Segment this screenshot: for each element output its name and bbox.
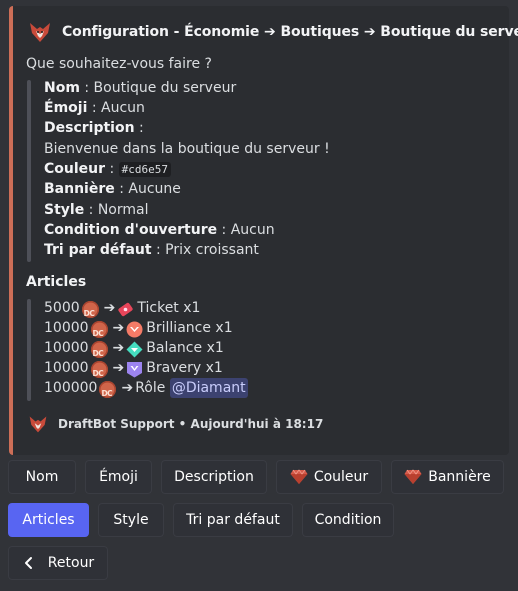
field-value: : Prix croissant	[151, 242, 259, 258]
field-banniere: Bannière : Aucune	[44, 179, 181, 199]
field-condition: Condition d'ouverture : Aucun	[44, 220, 275, 240]
field-couleur: Couleur : #cd6e57	[44, 159, 172, 180]
article-row: 5000 ➔ Ticket x1	[44, 298, 201, 324]
button-label: Tri par défaut	[186, 512, 280, 528]
field-sep: :	[134, 120, 144, 136]
article-row: 100000 ➔ Rôle @Diamant	[44, 378, 248, 404]
arrow: ➔	[112, 320, 125, 336]
article-row: 10000 ➔ Bravery x1	[44, 358, 223, 384]
field-label: Couleur	[44, 161, 106, 177]
dc-coin-icon	[90, 360, 108, 384]
emoji-button[interactable]: Émoji	[85, 460, 152, 494]
dc-coin-icon	[81, 300, 99, 324]
button-label: Retour	[47, 555, 95, 571]
role-mention[interactable]: @Diamant	[169, 378, 248, 399]
field-style: Style : Normal	[44, 200, 148, 220]
articles-title: Articles	[26, 274, 87, 290]
arrow: ➔	[112, 360, 125, 376]
blockquote-bar	[27, 80, 31, 262]
dc-coin-icon	[90, 320, 108, 344]
style-button[interactable]: Style	[98, 503, 164, 537]
arrow: ➔	[121, 380, 134, 396]
balance-icon	[126, 341, 143, 358]
dc-coin-icon	[99, 380, 117, 404]
article-name: Brilliance x1	[146, 320, 233, 336]
footer-text: DraftBot Support • Aujourd'hui à 18:17	[58, 417, 324, 431]
field-label: Bannière	[44, 181, 115, 197]
description-button[interactable]: Description	[161, 460, 267, 494]
article-row: 10000 ➔ Balance x1	[44, 338, 224, 364]
ticket-icon	[118, 302, 133, 316]
arrow: ➔	[112, 340, 125, 356]
field-label: Condition d'ouverture	[44, 222, 218, 238]
article-name: Bravery x1	[146, 360, 223, 376]
button-label: Articles	[22, 512, 75, 528]
article-price: 10000	[44, 320, 89, 336]
field-value: : Boutique du serveur	[79, 80, 237, 96]
field-nom: Nom : Boutique du serveur	[44, 78, 236, 98]
arrow: ➔	[103, 300, 116, 316]
button-label: Bannière	[428, 469, 491, 485]
embed-footer: DraftBot Support • Aujourd'hui à 18:17	[28, 414, 323, 434]
button-label: Description	[174, 469, 254, 485]
nom-button[interactable]: Nom	[8, 460, 76, 494]
button-label: Style	[113, 512, 149, 528]
banniere-button[interactable]: Bannière	[391, 460, 504, 494]
gem-icon	[404, 469, 422, 484]
couleur-button[interactable]: Couleur	[276, 460, 382, 494]
article-row: 10000 ➔ Brilliance x1	[44, 318, 233, 344]
embed-prompt: Que souhaitez-vous faire ?	[26, 56, 212, 72]
condition-button[interactable]: Condition	[302, 503, 394, 537]
brilliance-icon	[126, 321, 143, 338]
field-description-value: Bienvenue dans la boutique du serveur !	[44, 141, 330, 157]
button-label: Couleur	[313, 469, 369, 485]
draftbot-logo-icon	[29, 416, 47, 433]
field-sep: :	[105, 161, 119, 177]
article-name: Ticket x1	[137, 300, 201, 316]
field-value: : Aucun	[87, 100, 145, 116]
embed: Configuration - Économie ➔ Boutiques ➔ B…	[9, 6, 518, 455]
article-name: Rôle	[135, 380, 170, 396]
draftbot-logo-icon	[30, 23, 50, 42]
articles-button[interactable]: Articles	[8, 503, 89, 537]
field-value: : Aucun	[217, 222, 275, 238]
chevron-left-icon	[24, 557, 32, 569]
field-label: Tri par défaut	[44, 242, 152, 258]
blockquote-bar	[27, 299, 31, 401]
field-value: : Aucune	[114, 181, 181, 197]
retour-button[interactable]: Retour	[8, 546, 108, 580]
field-description: Description :	[44, 118, 144, 138]
article-price: 5000	[44, 300, 80, 316]
field-label: Description	[44, 120, 135, 136]
button-label: Nom	[25, 469, 59, 485]
field-value: : Normal	[84, 202, 149, 218]
bravery-icon	[127, 361, 143, 378]
gem-icon	[290, 469, 308, 484]
article-price: 100000	[44, 380, 98, 396]
article-price: 10000	[44, 360, 89, 376]
color-code: #cd6e57	[118, 162, 172, 177]
field-label: Émoji	[44, 100, 88, 116]
dc-coin-icon	[90, 340, 108, 364]
field-tri: Tri par défaut : Prix croissant	[44, 240, 259, 260]
field-label: Style	[44, 202, 85, 218]
article-price: 10000	[44, 340, 89, 356]
field-label: Nom	[44, 80, 80, 96]
embed-title: Configuration - Économie ➔ Boutiques ➔ B…	[62, 24, 518, 40]
article-name: Balance x1	[146, 340, 224, 356]
button-label: Condition	[314, 512, 382, 528]
tri-par-defaut-button[interactable]: Tri par défaut	[173, 503, 293, 537]
button-label: Émoji	[99, 469, 138, 485]
embed-author: Configuration - Économie ➔ Boutiques ➔ B…	[28, 21, 518, 43]
field-emoji: Émoji : Aucun	[44, 98, 145, 118]
